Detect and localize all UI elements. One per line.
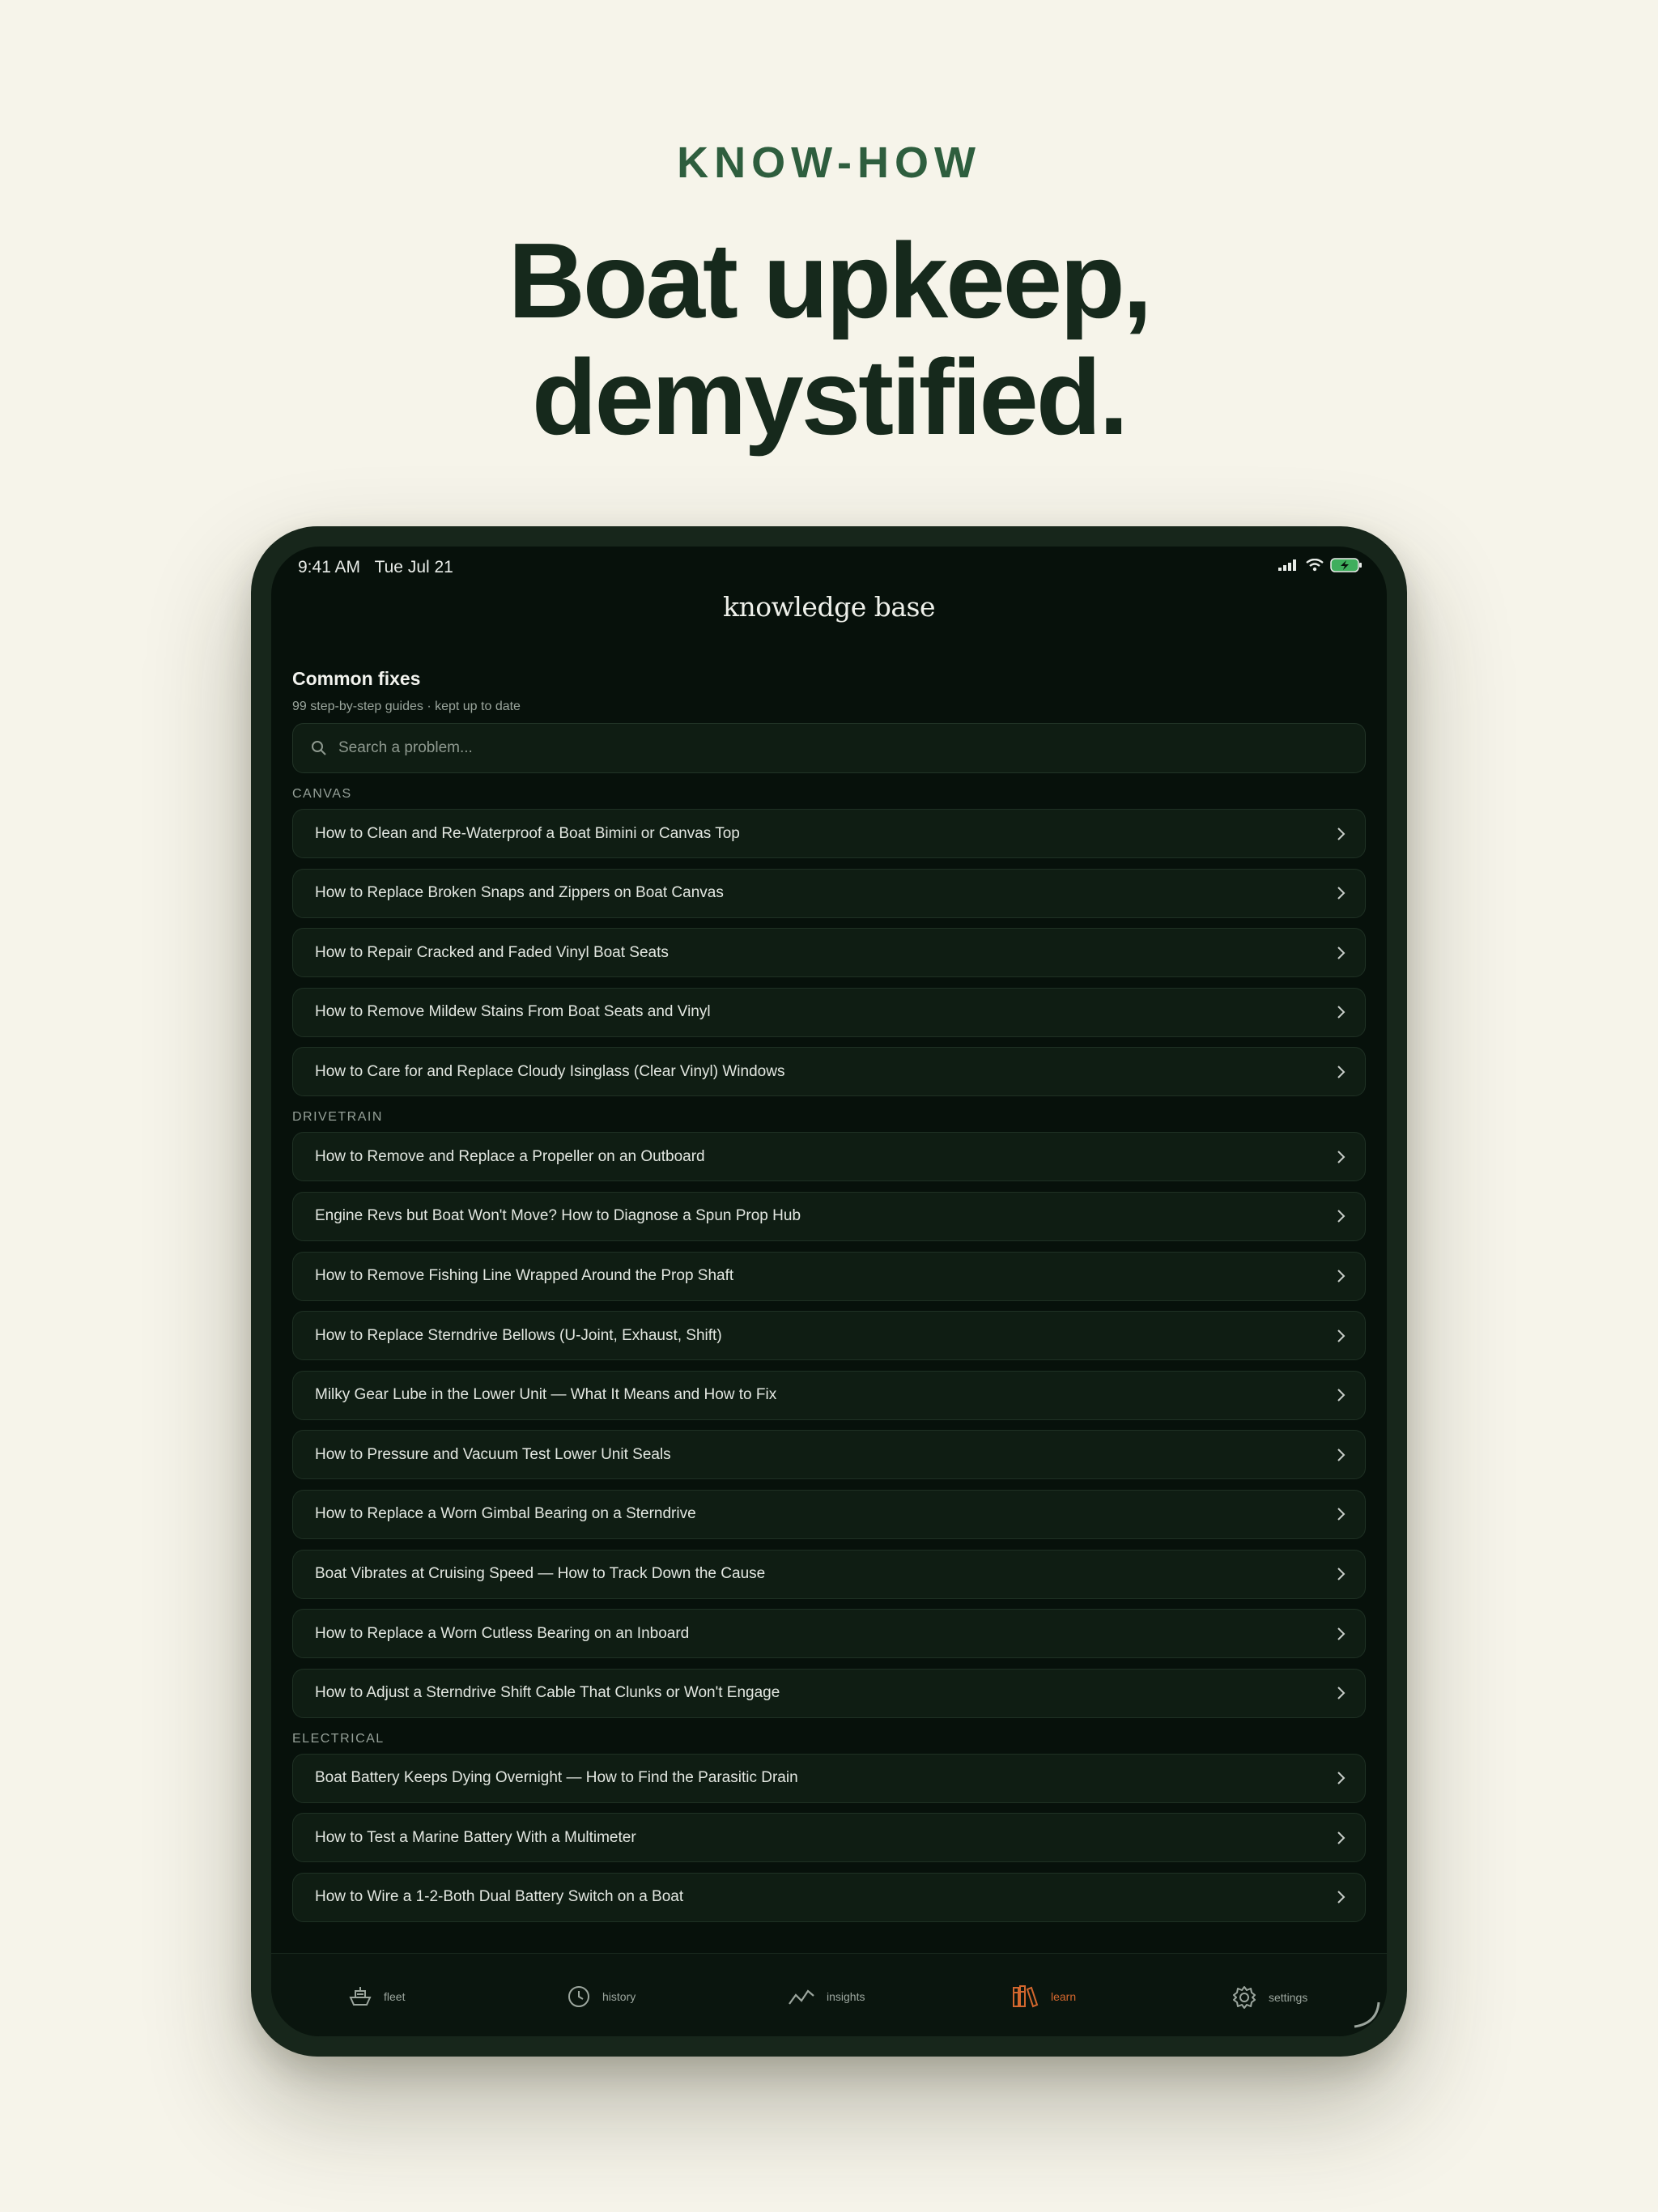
guide-row[interactable]: How to Replace Broken Snaps and Zippers …	[292, 868, 1366, 918]
wifi-icon	[1306, 559, 1324, 572]
tab-fleet[interactable]: fleet	[348, 1984, 405, 2009]
tab-learn[interactable]: learn	[1012, 1984, 1076, 2009]
tab-settings[interactable]: settings	[1231, 1984, 1307, 2010]
chevron-right-icon	[1337, 1891, 1346, 1904]
chevron-right-icon	[1337, 1210, 1346, 1223]
hero-headline: Boat upkeep, demystified.	[0, 223, 1658, 456]
guide-title: Milky Gear Lube in the Lower Unit — What…	[315, 1386, 777, 1404]
eyebrow-label: KNOW-HOW	[677, 138, 981, 187]
tab-history-label: history	[602, 1990, 636, 2003]
guide-row[interactable]: Boat Vibrates at Cruising Speed — How to…	[292, 1549, 1366, 1599]
search-bar[interactable]	[292, 723, 1366, 773]
tab-settings-label: settings	[1269, 1991, 1308, 2004]
guide-title: How to Remove Mildew Stains From Boat Se…	[315, 1003, 711, 1021]
chevron-right-icon	[1337, 1066, 1346, 1078]
cellular-signal-icon	[1278, 559, 1296, 571]
tab-bar: fleet history insights learn settings	[271, 1953, 1387, 2036]
corner-arc-icon	[1354, 2001, 1380, 2028]
chevron-right-icon	[1337, 1151, 1346, 1163]
search-input[interactable]	[337, 738, 1289, 758]
guide-title: How to Pressure and Vacuum Test Lower Un…	[315, 1445, 671, 1463]
chevron-right-icon	[1337, 1329, 1346, 1342]
chevron-right-icon	[1337, 1448, 1346, 1461]
guide-title: How to Repair Cracked and Faded Vinyl Bo…	[315, 943, 669, 961]
guide-title: Engine Revs but Boat Won't Move? How to …	[315, 1207, 801, 1225]
section-title: Common fixes	[292, 668, 421, 689]
tab-fleet-label: fleet	[384, 1990, 406, 2003]
guide-title: How to Replace Broken Snaps and Zippers …	[315, 884, 724, 902]
status-date: Tue Jul 21	[374, 558, 453, 576]
group-label-drivetrain: DRIVETRAIN	[292, 1110, 383, 1125]
guide-title: How to Replace Sterndrive Bellows (U-Joi…	[315, 1326, 722, 1344]
guide-row[interactable]: How to Clean and Re-Waterproof a Boat Bi…	[292, 809, 1366, 858]
status-icons	[1278, 558, 1363, 572]
chevron-right-icon	[1337, 1270, 1346, 1283]
chevron-right-icon	[1337, 1687, 1346, 1699]
chevron-right-icon	[1337, 1627, 1346, 1640]
search-icon	[312, 741, 326, 755]
guide-title: How to Replace a Worn Gimbal Bearing on …	[315, 1505, 696, 1523]
status-bar: 9:41 AM Tue Jul 21	[271, 547, 1387, 584]
guide-row[interactable]: How to Adjust a Sterndrive Shift Cable T…	[292, 1668, 1366, 1718]
chevron-right-icon	[1337, 1006, 1346, 1019]
tablet-frame: 9:41 AM Tue Jul 21 knowledge base Common…	[251, 526, 1407, 2057]
guide-row[interactable]: How to Remove and Replace a Propeller on…	[292, 1132, 1366, 1182]
guide-title: How to Remove and Replace a Propeller on…	[315, 1147, 705, 1165]
chevron-right-icon	[1337, 946, 1346, 959]
guide-row[interactable]: How to Remove Mildew Stains From Boat Se…	[292, 987, 1366, 1037]
books-icon	[1013, 1985, 1039, 2008]
guide-row[interactable]: How to Replace a Worn Gimbal Bearing on …	[292, 1489, 1366, 1539]
group-label-electrical: ELECTRICAL	[292, 1731, 385, 1746]
guide-title: How to Adjust a Sterndrive Shift Cable T…	[315, 1684, 780, 1702]
boat-icon	[349, 1987, 372, 2006]
chevron-right-icon	[1337, 827, 1346, 840]
chevron-right-icon	[1337, 1568, 1346, 1580]
guide-title: How to Test a Marine Battery With a Mult…	[315, 1828, 636, 1846]
status-time: 9:41 AM Tue Jul 21	[298, 558, 453, 577]
guide-title: How to Care for and Replace Cloudy Ising…	[315, 1062, 785, 1080]
guide-row[interactable]: How to Wire a 1-2-Both Dual Battery Swit…	[292, 1872, 1366, 1922]
tab-history[interactable]: history	[567, 1984, 636, 2009]
guide-title: How to Clean and Re-Waterproof a Boat Bi…	[315, 824, 740, 842]
guide-row[interactable]: How to Pressure and Vacuum Test Lower Un…	[292, 1430, 1366, 1480]
section-subtitle: 99 step-by-step guides · kept up to date	[292, 700, 521, 713]
trend-line-icon	[789, 1989, 814, 2005]
chevron-right-icon	[1337, 1831, 1346, 1844]
guide-title: How to Wire a 1-2-Both Dual Battery Swit…	[315, 1888, 684, 1906]
battery-charging-icon	[1330, 558, 1362, 572]
gear-icon	[1233, 1986, 1256, 2009]
guide-row[interactable]: Boat Battery Keeps Dying Overnight — How…	[292, 1753, 1366, 1803]
guide-row[interactable]: Engine Revs but Boat Won't Move? How to …	[292, 1191, 1366, 1241]
guide-row[interactable]: How to Replace Sterndrive Bellows (U-Joi…	[292, 1311, 1366, 1361]
knowledge-list: Common fixes 99 step-by-step guides · ke…	[292, 668, 1366, 1933]
chevron-right-icon	[1337, 1772, 1346, 1784]
guide-title: How to Replace a Worn Cutless Bearing on…	[315, 1624, 690, 1642]
guide-row[interactable]: How to Remove Fishing Line Wrapped Aroun…	[292, 1251, 1366, 1301]
guide-row[interactable]: How to Test a Marine Battery With a Mult…	[292, 1813, 1366, 1863]
chevron-right-icon	[1337, 1508, 1346, 1521]
tab-insights-label: insights	[827, 1990, 865, 2003]
guide-title: Boat Battery Keeps Dying Overnight — How…	[315, 1769, 798, 1787]
guide-row[interactable]: How to Replace a Worn Cutless Bearing on…	[292, 1609, 1366, 1659]
group-label-canvas: CANVAS	[292, 787, 352, 801]
status-clock: 9:41 AM	[298, 558, 361, 576]
tablet-screen: 9:41 AM Tue Jul 21 knowledge base Common…	[271, 547, 1387, 2036]
headline-line-1: Boat upkeep,	[508, 221, 1153, 340]
guide-row[interactable]: How to Care for and Replace Cloudy Ising…	[292, 1047, 1366, 1097]
clock-icon	[568, 1986, 589, 2007]
guide-row[interactable]: Milky Gear Lube in the Lower Unit — What…	[292, 1370, 1366, 1420]
headline-line-2: demystified.	[531, 338, 1129, 457]
guide-row[interactable]: How to Repair Cracked and Faded Vinyl Bo…	[292, 928, 1366, 978]
guide-title: How to Remove Fishing Line Wrapped Aroun…	[315, 1267, 734, 1285]
guide-title: Boat Vibrates at Cruising Speed — How to…	[315, 1565, 766, 1583]
nav-title: knowledge base	[723, 591, 935, 623]
chevron-right-icon	[1337, 887, 1346, 900]
chevron-right-icon	[1337, 1389, 1346, 1402]
tab-insights[interactable]: insights	[788, 1984, 865, 2009]
tab-learn-label: learn	[1051, 1990, 1077, 2003]
